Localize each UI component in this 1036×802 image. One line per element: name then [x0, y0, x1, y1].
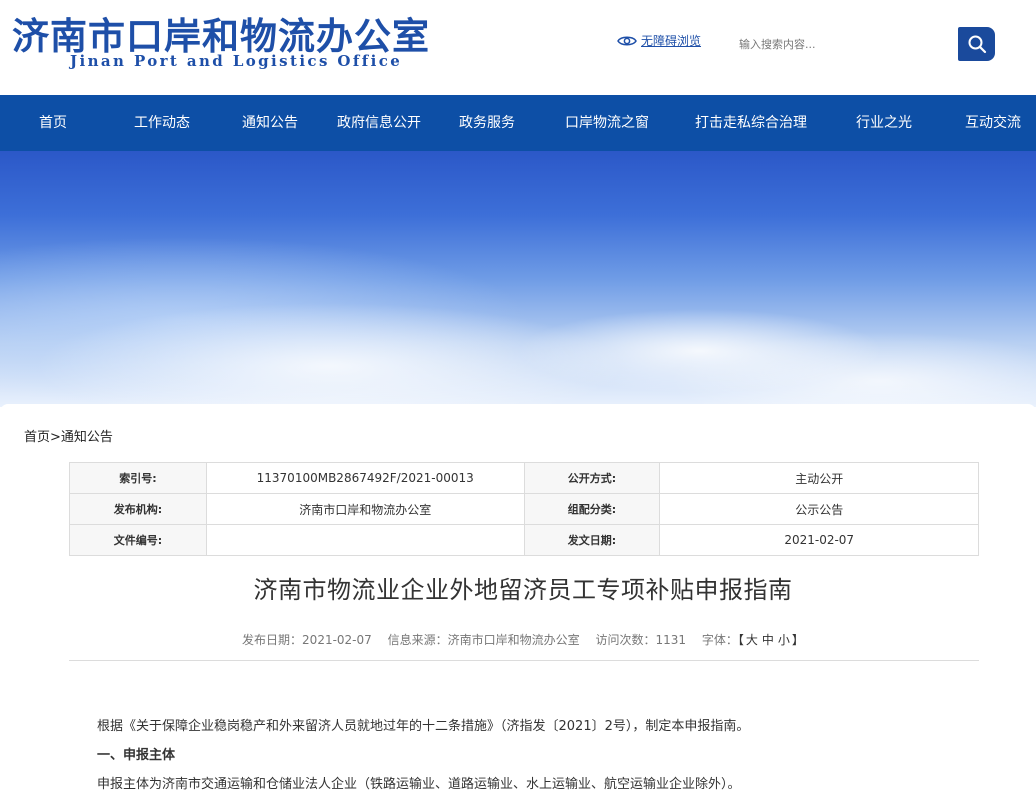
- meta-date-label: 发文日期:: [523, 524, 661, 556]
- meta-open-label: 公开方式:: [523, 462, 661, 494]
- nav-item-work-news[interactable]: 工作动态: [134, 95, 190, 151]
- breadcrumb-current[interactable]: 通知公告: [61, 430, 113, 445]
- site-header: 济南市口岸和物流办公室 Jinan Port and Logistics Off…: [0, 0, 1036, 95]
- content-panel: 首页>通知公告 索引号: 11370100MB2867492F/2021-000…: [0, 404, 1036, 802]
- breadcrumb-home[interactable]: 首页: [24, 430, 50, 445]
- table-row: 索引号: 11370100MB2867492F/2021-00013 公开方式:…: [69, 462, 979, 494]
- nav-item-gov-info[interactable]: 政府信息公开: [337, 95, 421, 151]
- meta-publisher-value: 济南市口岸和物流办公室: [205, 493, 525, 525]
- table-row: 文件编号: 发文日期: 2021-02-07: [69, 524, 979, 556]
- breadcrumb: 首页>通知公告: [24, 426, 113, 445]
- breadcrumb-separator: >: [50, 430, 61, 445]
- font-size-medium[interactable]: 中: [762, 633, 774, 647]
- font-size-large[interactable]: 大: [746, 633, 758, 647]
- article-body: 根据《关于保障企业稳岗稳产和外来留济人员就地过年的十二条措施》（济指发〔2021…: [97, 716, 977, 802]
- nav-item-industry[interactable]: 行业之光: [856, 95, 912, 151]
- table-row: 发布机构: 济南市口岸和物流办公室 组配分类: 公示公告: [69, 493, 979, 525]
- meta-open-value: 主动公开: [659, 462, 979, 494]
- article-info-bar: 发布日期：2021-02-07 信息来源：济南市口岸和物流办公室 访问次数：11…: [0, 631, 1036, 648]
- main-nav: 首页 工作动态 通知公告 政府信息公开 政务服务 口岸物流之窗 打击走私综合治理…: [0, 95, 1036, 151]
- font-size-small[interactable]: 小: [778, 633, 790, 647]
- font-size-controls: 字体：【大中小】: [702, 633, 804, 647]
- meta-date-value: 2021-02-07: [659, 524, 979, 556]
- title-divider: [69, 660, 979, 661]
- article-title: 济南市物流业企业外地留济员工专项补贴申报指南: [253, 576, 793, 604]
- eye-icon: [617, 36, 637, 45]
- publish-date: 发布日期：2021-02-07: [242, 633, 372, 647]
- accessibility-link[interactable]: 无障碍浏览: [617, 32, 701, 49]
- info-source: 信息来源：济南市口岸和物流办公室: [387, 633, 580, 647]
- search-input[interactable]: [724, 27, 958, 61]
- meta-index-value: 11370100MB2867492F/2021-00013: [205, 462, 525, 494]
- sky-banner: [0, 151, 1036, 407]
- nav-item-anti-smuggling[interactable]: 打击走私综合治理: [695, 95, 807, 151]
- meta-index-label: 索引号:: [69, 462, 207, 494]
- nav-item-home[interactable]: 首页: [39, 95, 67, 151]
- site-logo-english[interactable]: Jinan Port and Logistics Office: [70, 52, 402, 70]
- document-meta-table: 索引号: 11370100MB2867492F/2021-00013 公开方式:…: [69, 462, 979, 556]
- search-box: [724, 27, 996, 61]
- font-bracket-close: 】: [791, 633, 804, 647]
- font-bracket-open: 【: [737, 633, 744, 647]
- visit-count: 访问次数：1131: [595, 633, 687, 647]
- nav-item-notices[interactable]: 通知公告: [242, 95, 298, 151]
- paragraph-applicant: 申报主体为济南市交通运输和仓储业法人企业（铁路运输业、道路运输业、水上运输业、航…: [97, 777, 741, 792]
- meta-publisher-label: 发布机构:: [69, 493, 207, 525]
- meta-doc-no-value: [205, 524, 525, 556]
- nav-item-interaction[interactable]: 互动交流: [965, 95, 1021, 151]
- paragraph-basis: 根据《关于保障企业稳岗稳产和外来留济人员就地过年的十二条措施》（济指发〔2021…: [97, 719, 750, 734]
- nav-item-port-logistics[interactable]: 口岸物流之窗: [565, 95, 649, 151]
- section-heading-applicant: 一、申报主体: [97, 748, 176, 763]
- search-button[interactable]: [958, 27, 995, 61]
- nav-item-gov-services[interactable]: 政务服务: [459, 95, 515, 151]
- meta-doc-no-label: 文件编号:: [69, 524, 207, 556]
- meta-category-label: 组配分类:: [523, 493, 661, 525]
- search-icon: [968, 35, 986, 54]
- accessibility-label: 无障碍浏览: [641, 34, 702, 48]
- meta-category-value: 公示公告: [659, 493, 979, 525]
- font-size-label: 字体：: [701, 633, 738, 647]
